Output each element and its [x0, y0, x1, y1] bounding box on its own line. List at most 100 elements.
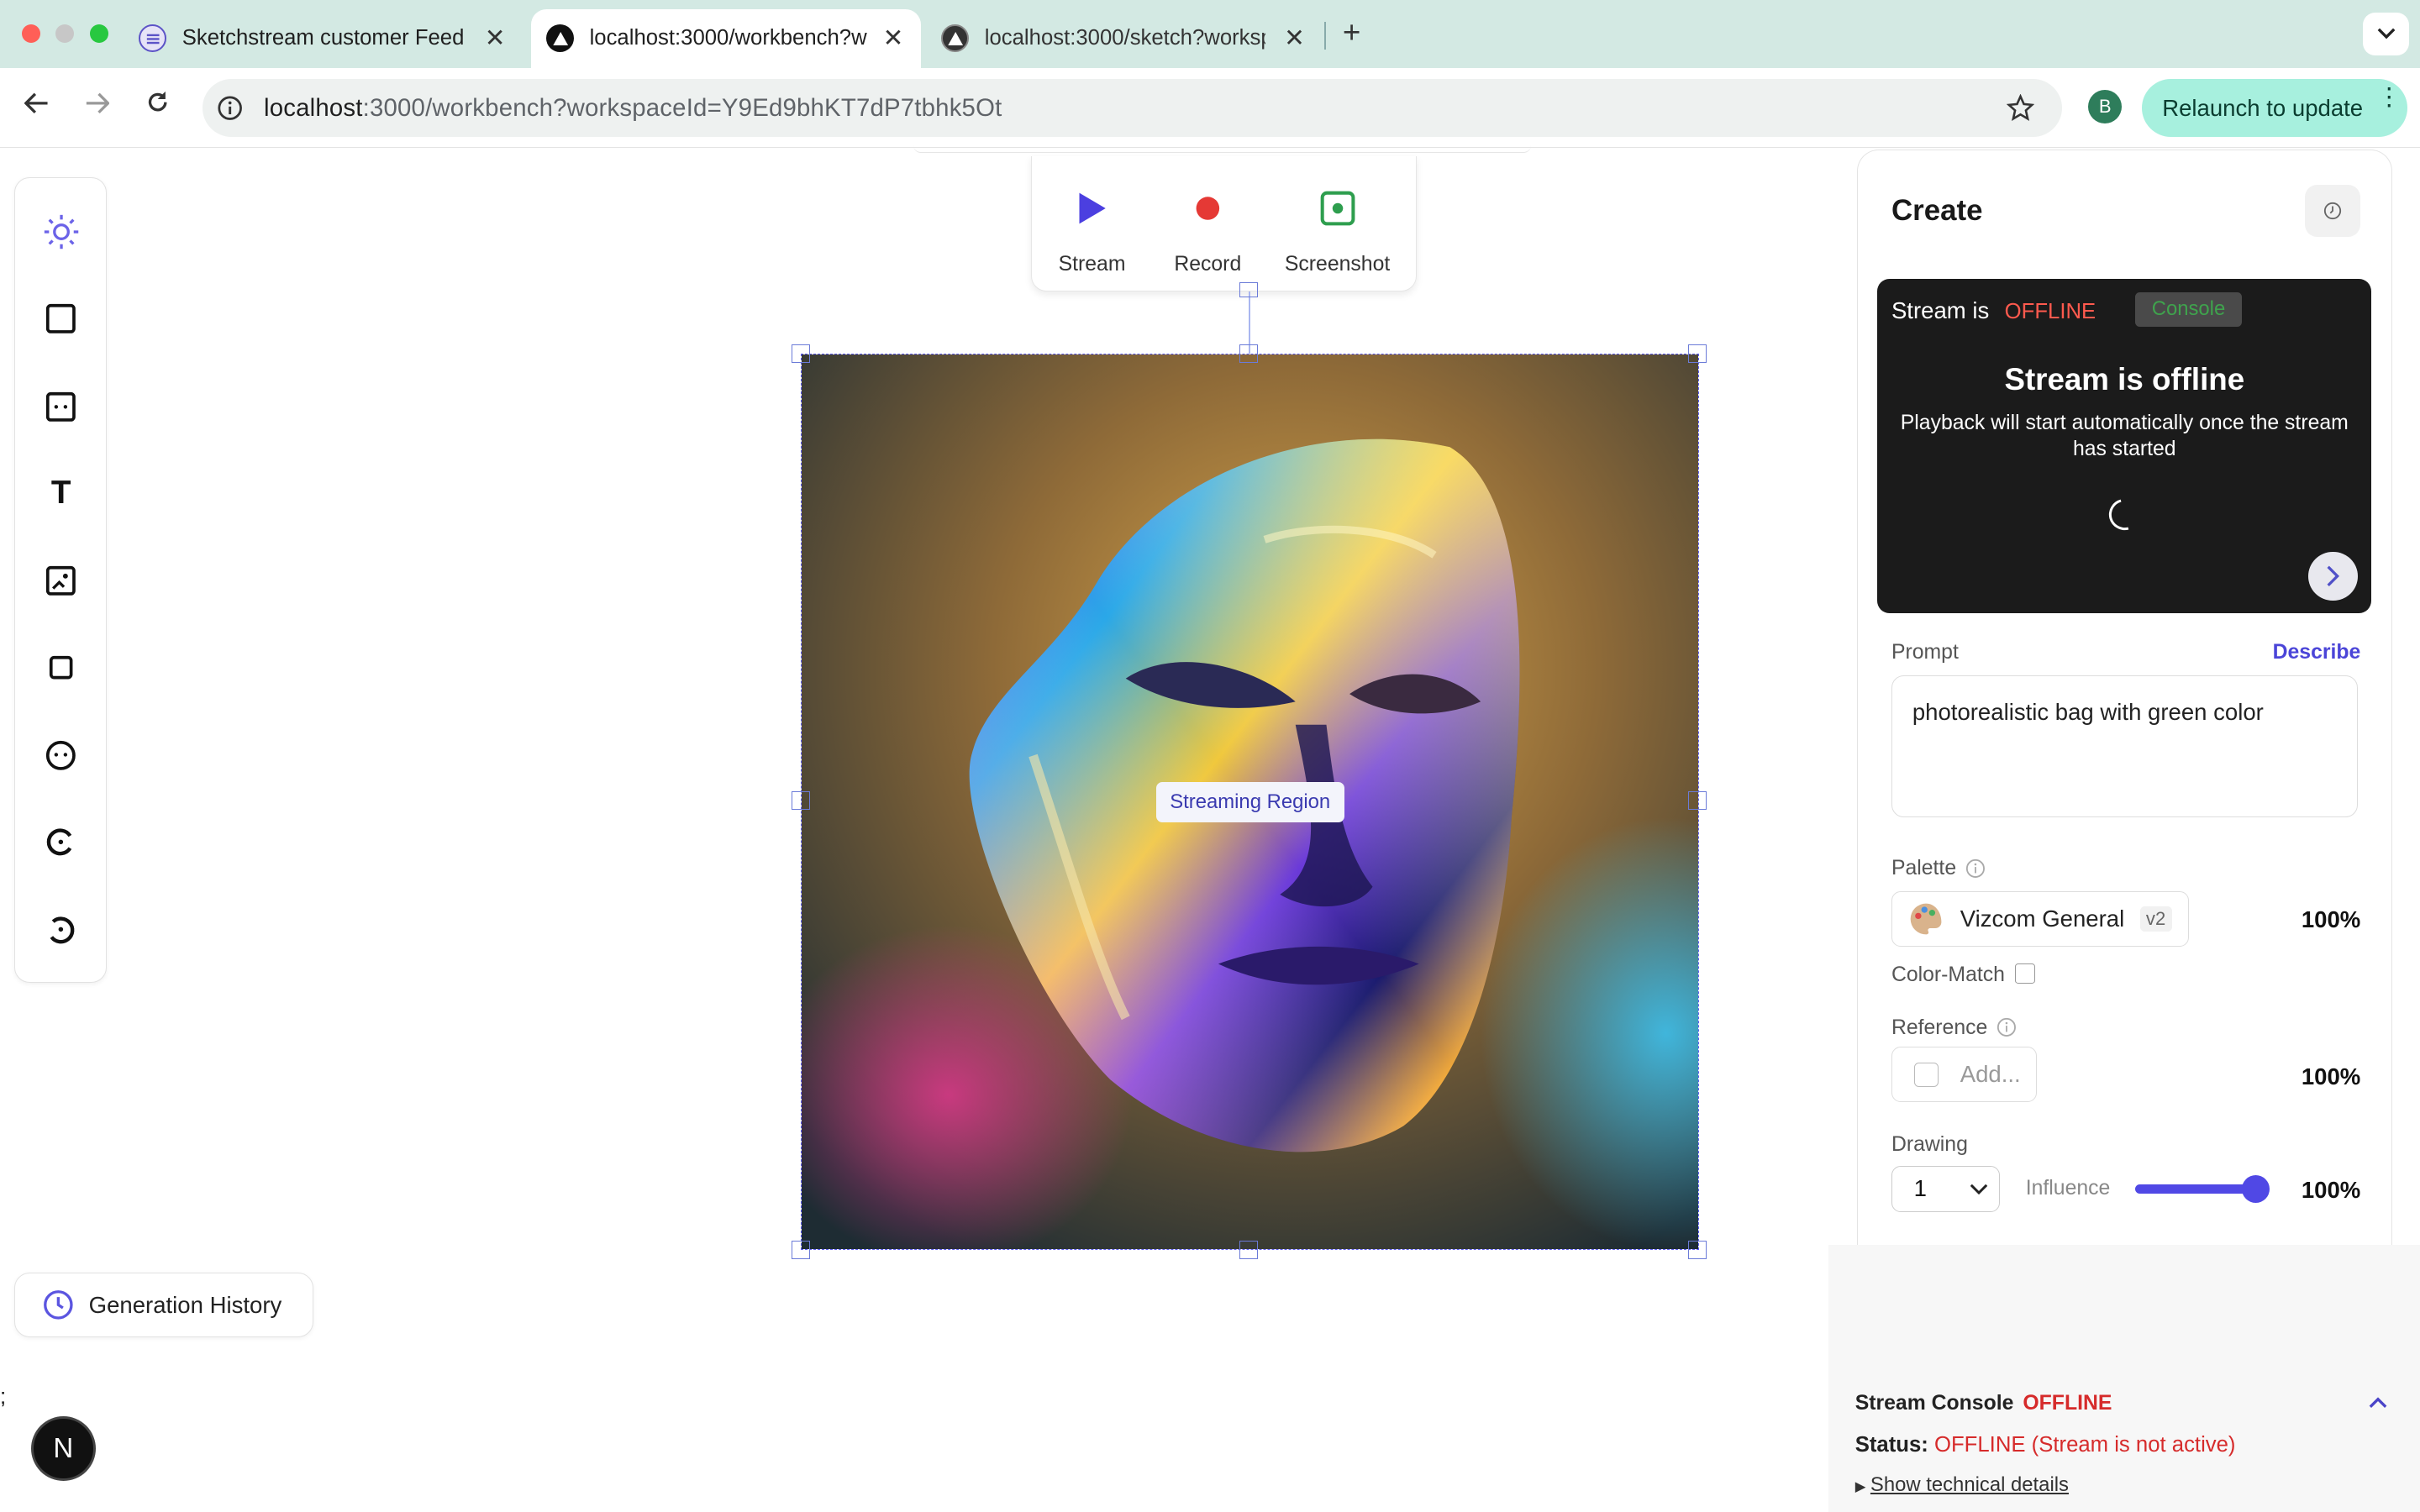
color-match-label: Color-Match	[1891, 963, 2005, 987]
generation-history-button[interactable]: Generation History	[13, 1273, 313, 1338]
tab-title: localhost:3000/sketch?workspaceId	[984, 26, 1265, 50]
generation-history-label: Generation History	[88, 1291, 282, 1318]
prompt-input[interactable]: photorealistic bag with green color	[1891, 675, 2358, 817]
influence-slider-track[interactable]	[2135, 1184, 2256, 1194]
color-match-checkbox[interactable]	[2014, 963, 2035, 984]
influence-slider-thumb[interactable]	[2241, 1174, 2270, 1203]
stream-console-title: Stream Console OFFLINE	[1855, 1392, 2112, 1415]
profile-avatar[interactable]: B	[2088, 89, 2123, 123]
next-dev-badge[interactable]: N	[30, 1416, 96, 1482]
influence-label: Influence	[2025, 1176, 2111, 1200]
small-square-tool-button[interactable]	[41, 648, 82, 688]
resize-handle-b[interactable]	[1239, 1240, 1258, 1259]
resize-handle-bl[interactable]	[792, 1240, 811, 1259]
palette-select[interactable]: Vizcom General v2	[1891, 890, 2190, 947]
screenshot-button[interactable]: Screenshot	[1285, 190, 1390, 276]
reference-add-button[interactable]: Add...	[1891, 1047, 2037, 1103]
prompt-label: Prompt	[1891, 641, 1959, 664]
stray-text: ;	[0, 1385, 7, 1410]
loading-spinner-icon	[2103, 493, 2146, 536]
resize-handle-t[interactable]	[1239, 344, 1258, 363]
app-favicon-icon	[546, 24, 575, 53]
relaunch-label: Relaunch to update	[2162, 94, 2364, 121]
drawing-toolbar: T	[13, 177, 107, 983]
streaming-region-label: Streaming Region	[1155, 782, 1344, 822]
forward-button[interactable]	[79, 90, 116, 122]
relaunch-button[interactable]: Relaunch to update ⋮	[2142, 78, 2408, 138]
status-label: Status:	[1854, 1433, 1928, 1457]
offline-heading: Stream is offline	[2004, 361, 2245, 396]
browser-tab-feedback[interactable]: Sketchstream customer Feedback ✕	[139, 9, 524, 68]
new-tab-button[interactable]: +	[1343, 15, 1360, 50]
bookmark-star-icon	[2006, 94, 2034, 122]
face-tool-button[interactable]	[41, 735, 82, 775]
resize-handle-tl[interactable]	[792, 344, 811, 363]
frame-tool-button[interactable]	[41, 386, 82, 427]
next-button[interactable]	[2307, 551, 2358, 601]
sun-tool-button[interactable]	[41, 213, 82, 253]
drawing-select[interactable]: 1	[1891, 1165, 2000, 1212]
app-favicon-icon	[941, 24, 970, 53]
url-path: :3000/workbench?workspaceId=Y9Ed9bhKT7dP…	[362, 93, 1002, 122]
url-text: localhost:3000/workbench?workspaceId=Y9E…	[264, 94, 1002, 123]
browser-toolbar: localhost:3000/workbench?workspaceId=Y9E…	[0, 67, 2420, 149]
image-tool-button[interactable]	[41, 561, 82, 601]
stream-button[interactable]: Stream	[1059, 190, 1125, 276]
resize-handle-br[interactable]	[1688, 1240, 1707, 1259]
drawing-label: Drawing	[1891, 1133, 1968, 1157]
rectangle-tool-button[interactable]	[41, 298, 82, 339]
browser-tab-bar: Sketchstream customer Feedback ✕ localho…	[0, 0, 2420, 68]
maximize-window-button[interactable]	[89, 24, 108, 44]
reference-label: Reference	[1891, 1016, 1988, 1039]
offline-subtext: Playback will start automatically once t…	[1900, 411, 2349, 460]
resize-handle-l[interactable]	[792, 791, 811, 811]
status-value: OFFLINE (Stream is not active)	[1933, 1433, 2236, 1457]
tab-title: Sketchstream customer Feedback	[182, 26, 463, 50]
minimize-window-button[interactable]	[55, 24, 75, 44]
redo-tool-button[interactable]	[41, 910, 82, 950]
browser-tab-workbench[interactable]: localhost:3000/workbench?workspaceId ✕	[530, 9, 922, 68]
tab-search-button[interactable]	[2362, 12, 2410, 56]
palette-strength: 100%	[2301, 906, 2361, 933]
palette-version-badge: v2	[2139, 906, 2172, 932]
image-icon	[46, 566, 76, 596]
close-window-button[interactable]	[21, 24, 40, 44]
record-button[interactable]: Record	[1174, 190, 1241, 276]
reload-button[interactable]	[139, 90, 176, 122]
stream-controls: Stream Record Screenshot	[1030, 155, 1418, 292]
resize-handle-r[interactable]	[1688, 791, 1707, 811]
frame-icon	[46, 391, 76, 422]
console-button[interactable]: Console	[2135, 292, 2242, 327]
resize-handle-tr[interactable]	[1688, 344, 1707, 363]
record-icon	[1196, 197, 1220, 220]
stream-is-label: Stream is	[1891, 297, 1990, 323]
info-icon	[1996, 1018, 2016, 1037]
tab-title: localhost:3000/workbench?workspaceId	[589, 26, 868, 50]
stream-status-line: Stream is OFFLINE	[1891, 297, 2096, 324]
chevron-up-icon[interactable]	[2369, 1396, 2387, 1409]
address-bar[interactable]: localhost:3000/workbench?workspaceId=Y9E…	[202, 78, 2062, 138]
close-tab-icon[interactable]: ✕	[1284, 24, 1305, 53]
close-tab-icon[interactable]: ✕	[883, 24, 904, 53]
details-link[interactable]: Show technical details	[1870, 1473, 2069, 1496]
drawing-value: 1	[1913, 1175, 1927, 1202]
back-button[interactable]	[18, 90, 55, 122]
describe-button[interactable]: Describe	[2273, 641, 2361, 664]
clock-icon	[43, 1290, 73, 1320]
more-menu-icon[interactable]: ⋮	[2377, 85, 2402, 109]
close-tab-icon[interactable]: ✕	[485, 24, 506, 53]
browser-tab-sketch[interactable]: localhost:3000/sketch?workspaceId ✕	[941, 9, 1319, 68]
sun-icon	[44, 215, 78, 249]
show-technical-details[interactable]: ▶ Show technical details	[1855, 1473, 2069, 1497]
info-icon	[1966, 859, 1986, 879]
text-icon: T	[50, 474, 71, 511]
stream-status-badge: OFFLINE	[2004, 299, 2096, 323]
history-button[interactable]	[2305, 184, 2361, 237]
rotate-handle[interactable]	[1239, 282, 1258, 298]
undo-tool-button[interactable]	[41, 822, 82, 862]
palette-label: Palette	[1891, 857, 1957, 880]
stream-player: Stream is OFFLINE Console Stream is offli…	[1877, 278, 2372, 614]
disclosure-triangle-icon: ▶	[1854, 1478, 1866, 1495]
palette-name: Vizcom General	[1960, 905, 2125, 932]
text-tool-button[interactable]: T	[41, 473, 82, 513]
